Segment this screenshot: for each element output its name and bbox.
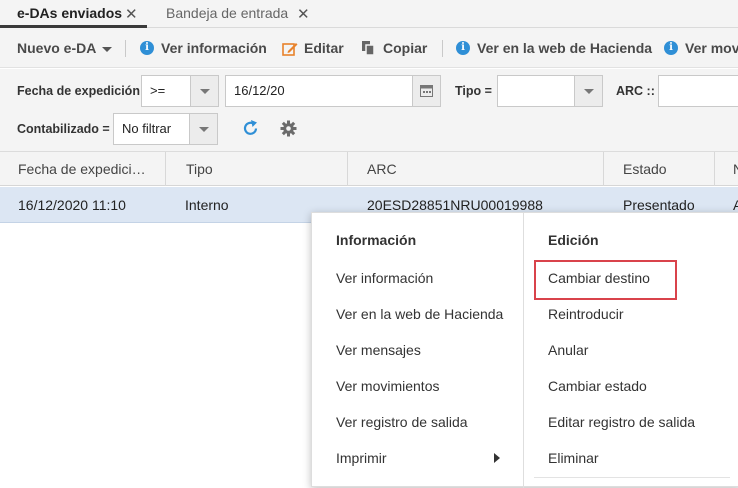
cell-tipo: Interno	[185, 197, 229, 213]
menu-item-imprimir[interactable]: Imprimir	[336, 450, 387, 466]
refresh-icon[interactable]	[241, 119, 260, 138]
chevron-down-icon	[199, 127, 209, 132]
column-header-estado[interactable]: Estado	[623, 152, 703, 186]
menu-item-ver-web-hacienda[interactable]: Ver en la web de Hacienda	[336, 306, 503, 322]
menu-item-cambiar-destino[interactable]: Cambiar destino	[548, 270, 650, 286]
info-icon: i	[456, 41, 470, 55]
dropdown-button[interactable]	[190, 76, 218, 106]
tipo-label: Tipo =	[455, 84, 492, 98]
menu-item-ver-informacion[interactable]: Ver información	[336, 270, 433, 286]
column-separator[interactable]	[165, 152, 166, 186]
contabilizado-select[interactable]: No filtrar	[113, 113, 218, 145]
calendar-button[interactable]	[412, 76, 440, 106]
column-separator[interactable]	[714, 152, 715, 186]
ver-informacion-button[interactable]: Ver información	[161, 28, 267, 68]
column-separator[interactable]	[347, 152, 348, 186]
cell-fecha: 16/12/2020 11:10	[18, 197, 126, 213]
menu-item-reintroducir[interactable]: Reintroducir	[548, 306, 623, 322]
chevron-down-icon	[584, 89, 594, 94]
column-header-fecha[interactable]: Fecha de expedici…	[18, 152, 160, 186]
toolbar: Nuevo e-DA i Ver información Editar Copi…	[0, 28, 738, 68]
grid-header: Fecha de expedici… Tipo ARC Estado N	[0, 152, 738, 186]
menu-separator	[534, 477, 730, 478]
nuevo-eda-label: Nuevo e-DA	[17, 40, 97, 56]
close-icon[interactable]: ✕	[297, 5, 310, 23]
toolbar-separator	[125, 40, 126, 57]
menu-item-editar-registro-salida[interactable]: Editar registro de salida	[548, 414, 695, 430]
fecha-operator-select[interactable]: >=	[141, 75, 219, 107]
arc-label: ARC ::	[616, 84, 655, 98]
ver-web-hacienda-button[interactable]: Ver en la web de Hacienda	[477, 28, 652, 68]
menu-item-ver-registro-salida[interactable]: Ver registro de salida	[336, 414, 468, 430]
arc-input[interactable]	[658, 75, 738, 107]
info-icon: i	[140, 41, 154, 55]
menu-item-ver-mensajes[interactable]: Ver mensajes	[336, 342, 421, 358]
tipo-select[interactable]	[497, 75, 603, 107]
filter-panel: Fecha de expedición >= 16/12/20 Tipo = A…	[0, 69, 738, 152]
context-menu: Información Ver información Ver en la we…	[311, 212, 738, 488]
edit-icon	[282, 43, 298, 56]
fecha-value: 16/12/20	[234, 83, 285, 98]
column-header-tipo[interactable]: Tipo	[186, 152, 336, 186]
menu-item-anular[interactable]: Anular	[548, 342, 588, 358]
contabilizado-label: Contabilizado =	[17, 122, 110, 136]
column-header-next[interactable]: N	[733, 152, 738, 186]
calendar-icon	[420, 85, 433, 97]
nuevo-eda-button[interactable]: Nuevo e-DA	[17, 28, 113, 68]
menu-header-edicion: Edición	[548, 232, 599, 248]
menu-header-informacion: Información	[336, 232, 417, 248]
submenu-arrow-icon	[494, 453, 500, 463]
fecha-input[interactable]: 16/12/20	[225, 75, 441, 107]
copy-icon	[362, 41, 375, 56]
menu-item-ver-movimientos[interactable]: Ver movimientos	[336, 378, 439, 394]
toolbar-separator	[442, 40, 443, 57]
fecha-operator-value: >=	[150, 83, 166, 98]
gear-icon[interactable]	[280, 120, 297, 137]
tab-bandeja-entrada[interactable]: Bandeja de entrada	[166, 0, 288, 28]
editar-button[interactable]: Editar	[304, 28, 344, 68]
menu-item-cambiar-estado[interactable]: Cambiar estado	[548, 378, 647, 394]
close-icon[interactable]: ✕	[125, 5, 138, 23]
chevron-down-icon	[102, 46, 113, 52]
column-separator[interactable]	[603, 152, 604, 186]
column-header-arc[interactable]: ARC	[367, 152, 587, 186]
contabilizado-value: No filtrar	[122, 121, 172, 136]
copiar-button[interactable]: Copiar	[383, 28, 427, 68]
tab-bar: e-DAs enviados ✕ Bandeja de entrada ✕	[0, 0, 738, 28]
dropdown-button[interactable]	[574, 76, 602, 106]
dropdown-button[interactable]	[189, 114, 217, 144]
tab-edas-enviados[interactable]: e-DAs enviados	[17, 0, 122, 28]
info-icon: i	[664, 41, 678, 55]
chevron-down-icon	[200, 89, 210, 94]
fecha-label: Fecha de expedición	[17, 84, 140, 98]
menu-item-eliminar[interactable]: Eliminar	[548, 450, 599, 466]
menu-column-divider	[523, 213, 524, 488]
ver-movimientos-button[interactable]: Ver mov	[685, 28, 738, 68]
